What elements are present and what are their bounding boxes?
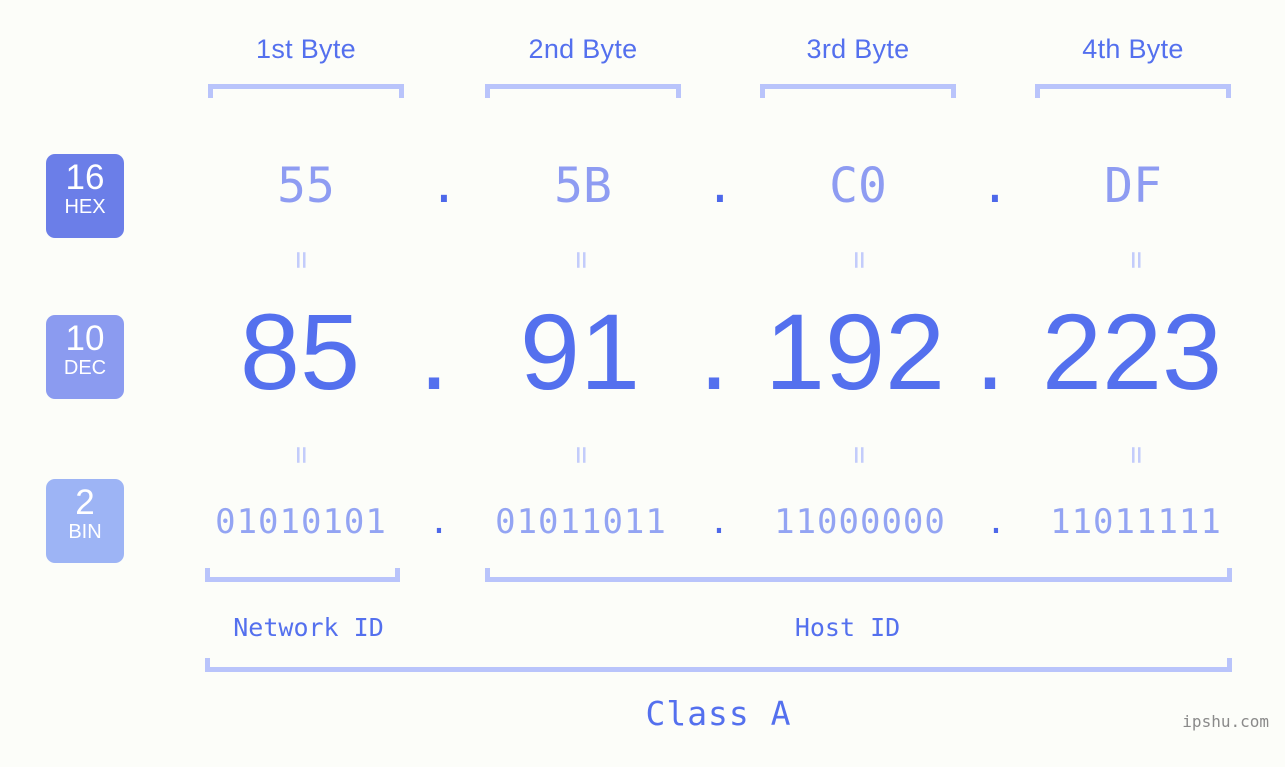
ip-breakdown-diagram: 1st Byte 2nd Byte 3rd Byte 4th Byte 16 H… <box>0 0 1285 767</box>
dec-octet-4: 223 <box>1041 291 1223 412</box>
host-id-label: Host ID <box>794 613 901 642</box>
hex-octet-1: 55 <box>277 158 335 214</box>
bin-octet-2: 01011011 <box>495 502 667 542</box>
bin-octet-1: 01010101 <box>215 502 387 542</box>
base-badge-dec-number: 10 <box>65 319 105 358</box>
byte-bracket-2 <box>485 84 681 98</box>
equals-dec-bin-3: = <box>842 445 877 465</box>
equals-hex-dec-2: = <box>564 250 599 270</box>
bin-octet-3: 11000000 <box>774 502 946 542</box>
equals-hex-dec-1: = <box>284 250 319 270</box>
network-id-label: Network ID <box>233 613 384 642</box>
dec-separator-2: . <box>698 291 729 412</box>
base-badge-bin: 2 BIN <box>46 479 124 563</box>
equals-hex-dec-4: = <box>1119 250 1154 270</box>
bin-octet-4: 11011111 <box>1050 502 1222 542</box>
byte-bracket-1 <box>208 84 404 98</box>
bin-separator-3: . <box>985 502 1007 542</box>
dec-octet-2: 91 <box>519 291 641 412</box>
base-badge-bin-label: BIN <box>68 521 102 543</box>
base-badge-hex: 16 HEX <box>46 154 124 238</box>
host-id-bracket <box>485 568 1232 582</box>
hex-separator-1: . <box>429 158 459 214</box>
hex-octet-2: 5B <box>554 158 612 214</box>
byte-bracket-3 <box>760 84 956 98</box>
base-badge-hex-label: HEX <box>64 196 106 218</box>
dec-separator-1: . <box>418 291 449 412</box>
base-badge-bin-number: 2 <box>75 483 95 522</box>
hex-separator-3: . <box>980 158 1010 214</box>
byte-header-4: 4th Byte <box>1082 34 1184 64</box>
dec-separator-3: . <box>974 291 1005 412</box>
bin-separator-2: . <box>708 502 730 542</box>
bin-separator-1: . <box>428 502 450 542</box>
equals-dec-bin-1: = <box>284 445 319 465</box>
hex-octet-3: C0 <box>829 158 887 214</box>
equals-hex-dec-3: = <box>842 250 877 270</box>
class-bracket <box>205 658 1232 672</box>
byte-header-2: 2nd Byte <box>528 34 638 64</box>
dec-octet-3: 192 <box>764 291 946 412</box>
base-badge-hex-number: 16 <box>65 158 105 197</box>
base-badge-dec-label: DEC <box>63 357 107 379</box>
watermark: ipshu.com <box>1182 712 1269 731</box>
byte-bracket-4 <box>1035 84 1231 98</box>
hex-octet-4: DF <box>1104 158 1162 214</box>
dec-octet-1: 85 <box>239 291 361 412</box>
hex-separator-2: . <box>705 158 735 214</box>
equals-dec-bin-4: = <box>1119 445 1154 465</box>
class-label: Class A <box>645 694 792 733</box>
byte-header-3: 3rd Byte <box>806 34 910 64</box>
equals-dec-bin-2: = <box>564 445 599 465</box>
byte-header-1: 1st Byte <box>256 34 356 64</box>
base-badge-dec: 10 DEC <box>46 315 124 399</box>
network-id-bracket <box>205 568 400 582</box>
